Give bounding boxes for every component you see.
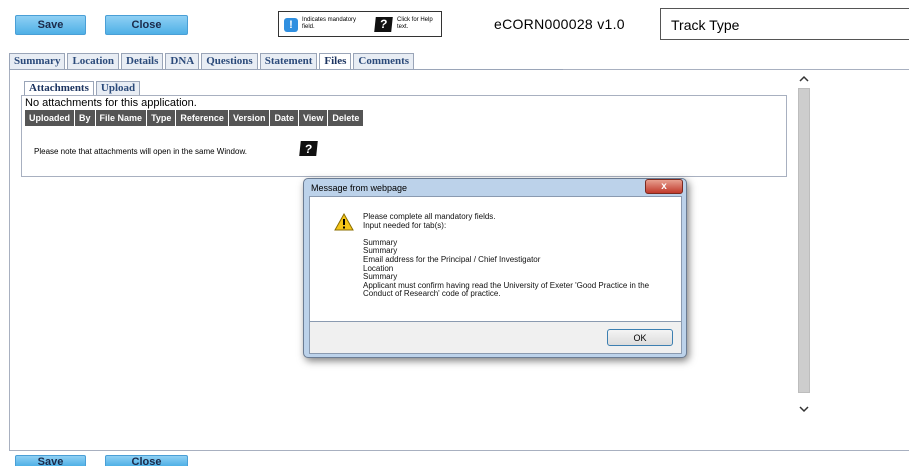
mandatory-legend-text: Indicates mandatory field. [302, 17, 357, 30]
attachments-note: Please note that attachments will open i… [34, 147, 248, 156]
column-header-file-name: File Name [95, 110, 147, 126]
mandatory-icon: ! [284, 18, 298, 32]
column-header-by: By [75, 110, 95, 126]
vertical-scrollbar[interactable] [797, 69, 811, 420]
tab-upload[interactable]: Upload [95, 81, 141, 95]
scroll-thumb[interactable] [798, 88, 810, 393]
field-legend: ! Indicates mandatory field. ? Click for… [278, 11, 442, 37]
tab-summary[interactable]: Summary [9, 53, 66, 69]
main-tabs: Summary Location Details DNA Questions S… [9, 53, 416, 69]
dialog-footer: OK [309, 322, 682, 354]
application-id: eCORN000028 v1.0 [494, 16, 625, 32]
tab-dna[interactable]: DNA [165, 53, 200, 69]
column-header-type: Type [147, 110, 176, 126]
dialog-message: Please complete all mandatory fields. In… [363, 212, 650, 299]
column-header-version: Version [228, 110, 270, 126]
tab-statement[interactable]: Statement [259, 53, 318, 69]
attachments-table-header: Uploaded By File Name Type Reference Ver… [25, 110, 364, 126]
dialog-body: Please complete all mandatory fields. In… [309, 196, 682, 322]
column-header-view: View [298, 110, 328, 126]
warning-icon [334, 212, 354, 231]
help-legend-text: Click for Help text. [397, 17, 433, 30]
track-type-label: Track Type [671, 17, 740, 33]
tab-comments[interactable]: Comments [353, 53, 415, 69]
files-sub-tabs: Attachments Upload [24, 81, 142, 95]
tabs-divider [9, 69, 563, 70]
chevron-up-icon[interactable] [797, 71, 811, 85]
column-header-uploaded: Uploaded [25, 110, 75, 126]
column-header-date: Date [270, 110, 298, 126]
chevron-down-icon[interactable] [797, 402, 811, 416]
help-icon[interactable]: ? [299, 141, 318, 156]
footer-save-button[interactable]: Save [15, 455, 86, 466]
tab-location[interactable]: Location [67, 53, 120, 69]
help-icon[interactable]: ? [374, 17, 393, 32]
tab-details[interactable]: Details [121, 53, 164, 69]
close-button[interactable]: Close [105, 15, 188, 35]
message-dialog: Message from webpage x Please complete a… [303, 178, 687, 358]
column-header-reference: Reference [176, 110, 228, 126]
track-type-field: Track Type [660, 8, 909, 40]
no-attachments-text: No attachments for this application. [25, 97, 197, 109]
tab-attachments[interactable]: Attachments [24, 81, 94, 95]
dialog-close-button[interactable]: x [645, 179, 683, 194]
column-header-delete: Delete [328, 110, 364, 126]
save-button[interactable]: Save [15, 15, 86, 35]
ok-button[interactable]: OK [607, 329, 673, 346]
tab-files[interactable]: Files [319, 53, 352, 69]
tab-questions[interactable]: Questions [201, 53, 258, 69]
dialog-title: Message from webpage [311, 183, 408, 193]
footer-close-button[interactable]: Close [105, 455, 188, 466]
